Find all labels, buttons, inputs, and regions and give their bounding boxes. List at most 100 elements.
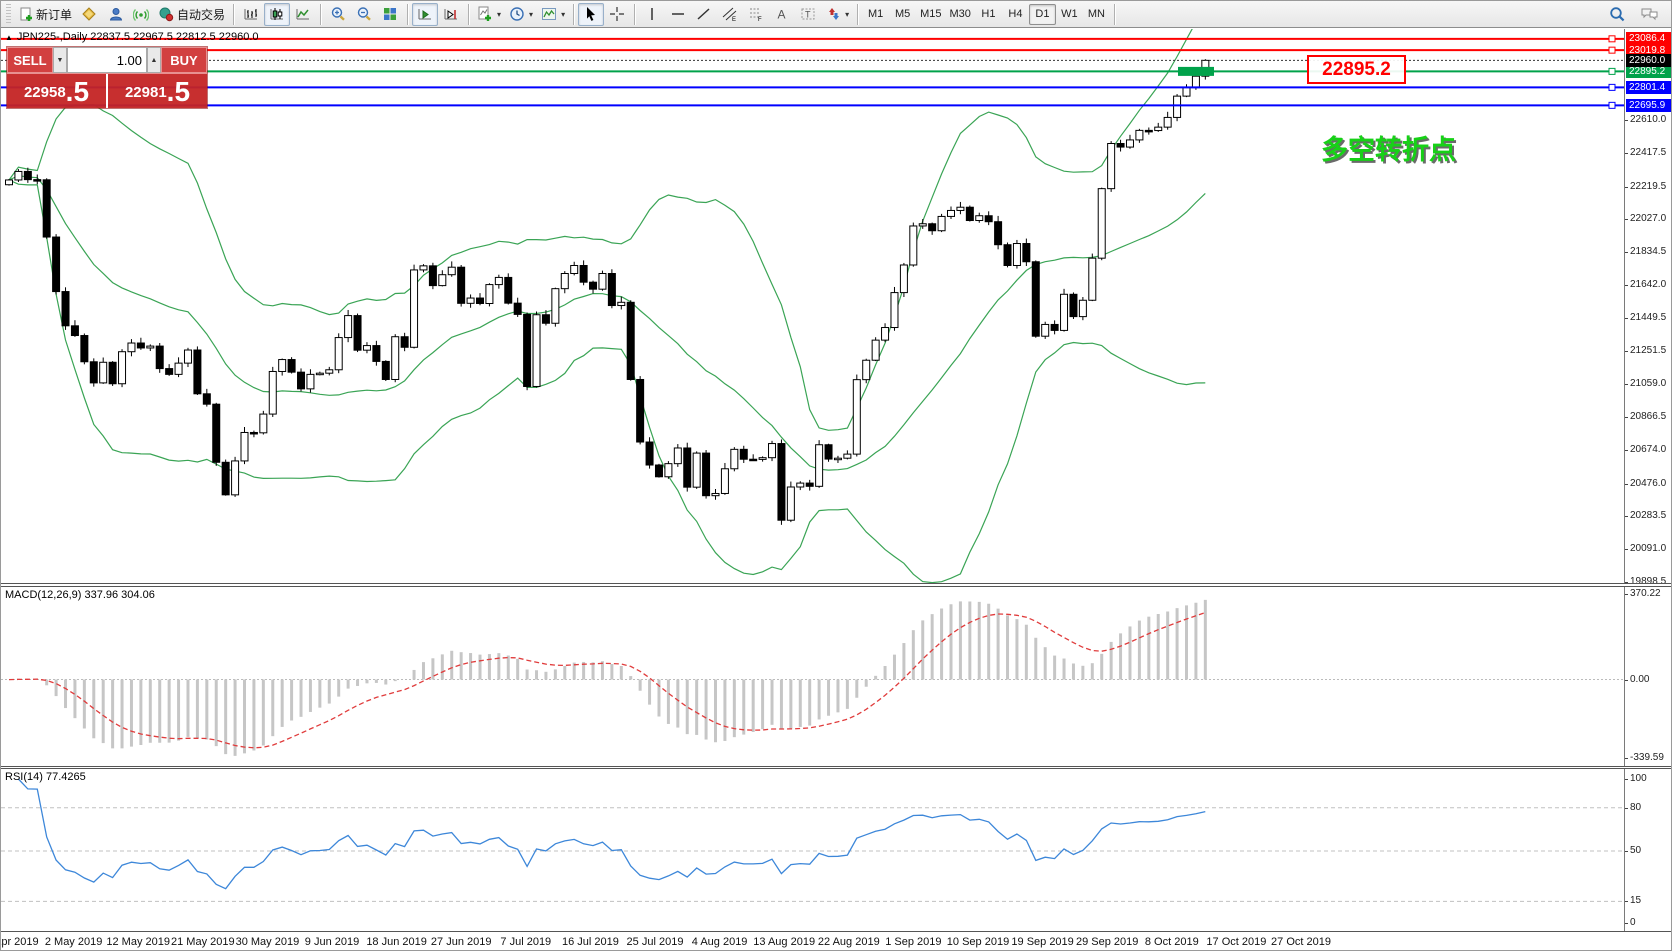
candle-body (288, 360, 295, 373)
candle-body (128, 343, 135, 352)
timeframe-button-m5[interactable]: M5 (889, 4, 916, 25)
candle-body (467, 298, 474, 303)
toolbar-separator (468, 4, 469, 25)
templates-button[interactable]: ▾ (537, 3, 569, 26)
candlestick-mode-button[interactable] (264, 3, 290, 26)
date-tick-label: 29 Sep 2019 (1076, 936, 1138, 948)
price-axis[interactable]: 22610.022417.522219.522027.021834.521642… (1624, 29, 1672, 583)
toolbar-grip[interactable] (6, 4, 11, 24)
line-anchor[interactable] (1609, 68, 1615, 74)
text-label-tool-button[interactable]: T (795, 3, 821, 26)
price-tickmark (1625, 549, 1628, 550)
buy-price[interactable]: 22981 .5 (108, 74, 207, 108)
date-tick-label: 27 Oct 2019 (1271, 936, 1331, 948)
indicators-add-icon (477, 6, 493, 22)
candle-body (505, 277, 512, 303)
timeframe-button-mn[interactable]: MN (1083, 4, 1110, 25)
line-anchor[interactable] (1609, 36, 1615, 42)
candlestick-icon (269, 6, 285, 22)
candle-body (985, 216, 992, 222)
crosshair-tool-button[interactable] (604, 3, 630, 26)
rsi-indicator-pane[interactable] (1, 769, 1624, 931)
candle-body (1155, 127, 1162, 130)
indicators-button[interactable]: ▾ (473, 3, 505, 26)
zoom-in-button[interactable] (325, 3, 351, 26)
date-tick-label: 2 May 2019 (45, 936, 102, 948)
timeframe-button-h1[interactable]: H1 (975, 4, 1002, 25)
candle-body (156, 346, 163, 368)
price-tickmark (1625, 318, 1628, 319)
horizontal-line-tool-button[interactable] (665, 3, 691, 26)
sell-price[interactable]: 22958 .5 (7, 74, 108, 108)
candle-body (627, 302, 634, 379)
candle-body (721, 469, 728, 494)
vertical-line-tool-button[interactable] (639, 3, 665, 26)
chart-shift-button[interactable] (438, 3, 464, 26)
channel-icon: E (722, 6, 738, 22)
chat-button[interactable] (1636, 3, 1663, 26)
timeframe-button-w1[interactable]: W1 (1056, 4, 1083, 25)
candle-body (900, 265, 907, 293)
candle-body (1136, 130, 1143, 140)
new-order-button[interactable]: 新订单 (14, 3, 76, 26)
candle-body (1042, 324, 1049, 336)
macd-indicator-pane[interactable] (1, 587, 1624, 766)
rsi-tickmark (1625, 779, 1628, 780)
candle-body (279, 360, 286, 372)
auto-trading-icon (158, 6, 174, 22)
line-anchor[interactable] (1609, 102, 1615, 108)
diamond-button[interactable] (76, 3, 102, 26)
auto-scroll-button[interactable] (412, 3, 438, 26)
rsi-tickmark (1625, 923, 1628, 924)
macd-axis: 370.220.00-339.59 (1624, 587, 1672, 766)
date-tick-label: 19 Sep 2019 (1011, 936, 1073, 948)
arrows-icon (825, 6, 841, 22)
rsi-axis: 1008050150 (1624, 769, 1672, 931)
timeframe-button-m1[interactable]: M1 (862, 4, 889, 25)
timeframe-button-m30[interactable]: M30 (946, 4, 975, 25)
tile-windows-button[interactable] (377, 3, 403, 26)
cursor-tool-button[interactable] (578, 3, 604, 26)
volume-increase-button[interactable]: ▲ (147, 47, 161, 73)
toolbar-separator (233, 4, 234, 25)
candle-body (100, 362, 107, 383)
sell-button[interactable]: SELL (7, 47, 53, 73)
price-tick-label: 21642.0 (1630, 279, 1666, 290)
fibonacci-tool-button[interactable]: F (743, 3, 769, 26)
timeframe-button-d1[interactable]: D1 (1029, 4, 1056, 25)
line-anchor[interactable] (1609, 84, 1615, 90)
arrows-tool-button[interactable]: ▾ (821, 3, 853, 26)
collapse-arrow-icon[interactable]: ▲ (5, 33, 13, 42)
zoom-out-button[interactable] (351, 3, 377, 26)
buy-button[interactable]: BUY (161, 47, 207, 73)
auto-trading-button[interactable]: 自动交易 (154, 3, 229, 26)
candle-body (703, 453, 710, 496)
timeframe-button-h4[interactable]: H4 (1002, 4, 1029, 25)
timeframe-button-m15[interactable]: M15 (916, 4, 945, 25)
price-level-flag[interactable]: 22895.2 (1307, 55, 1406, 84)
rsi-tick-label: 50 (1630, 845, 1641, 856)
equidistant-channel-tool-button[interactable]: E (717, 3, 743, 26)
candle-body (307, 374, 314, 388)
date-tick-label: 12 May 2019 (106, 936, 170, 948)
candle-body (53, 237, 60, 292)
text-tool-button[interactable]: A (769, 3, 795, 26)
macd-tickmark (1625, 758, 1628, 759)
candle-body (571, 265, 578, 273)
periods-button[interactable]: ▾ (505, 3, 537, 26)
volume-input[interactable] (67, 47, 147, 73)
trendline-tool-button[interactable] (691, 3, 717, 26)
bar-chart-icon (243, 6, 259, 22)
line-chart-mode-button[interactable] (290, 3, 316, 26)
volume-decrease-button[interactable]: ▼ (53, 47, 67, 73)
signals-button[interactable] (128, 3, 154, 26)
main-price-chart[interactable] (1, 29, 1624, 583)
search-button[interactable] (1604, 3, 1630, 26)
profile-button[interactable] (102, 3, 128, 26)
fibonacci-icon: F (748, 6, 764, 22)
date-axis[interactable]: 23 Apr 20192 May 201912 May 201921 May 2… (1, 931, 1672, 951)
bar-chart-mode-button[interactable] (238, 3, 264, 26)
candle-body (834, 458, 841, 460)
line-anchor[interactable] (1609, 47, 1615, 53)
candle-body (420, 266, 427, 270)
